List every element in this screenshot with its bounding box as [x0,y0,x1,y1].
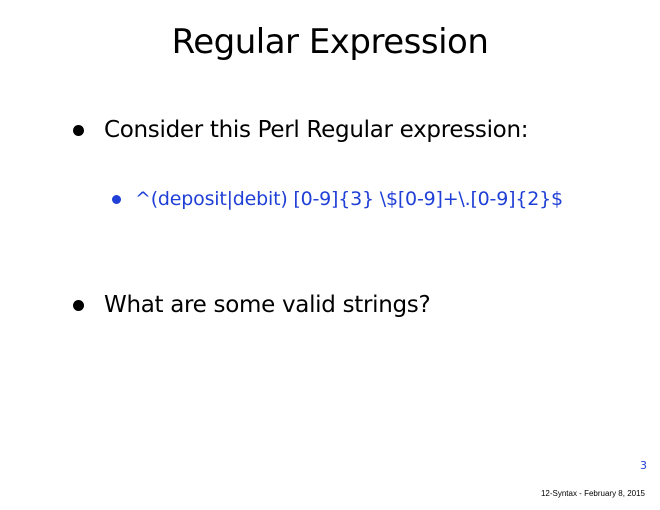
sub-bullet-dot-1 [112,195,121,204]
bullet-text-1: Consider this Perl Regular expression: [104,117,529,143]
footer-text: 12-Syntax - February 8, 2015 [540,489,645,498]
bullet-dot-1 [73,125,84,136]
sub-bullet-text-1: ^(deposit|debit) [0-9]{3} \$[0-9]+\.[0-9… [135,188,563,210]
slide-title: Regular Expression [171,22,489,62]
page-number: 3 [640,459,647,472]
bullet-text-2: What are some valid strings? [104,292,431,318]
slide: Regular Expression Consider this Perl Re… [0,0,660,510]
bullet-dot-2 [73,300,84,311]
